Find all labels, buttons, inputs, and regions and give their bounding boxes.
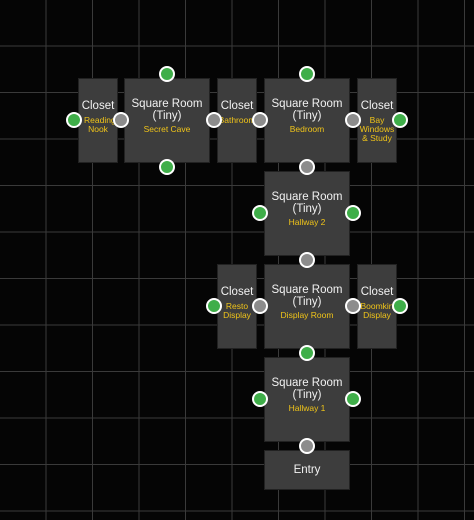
closet-boomkin-display[interactable]: Closet Boomkin Display [357,264,397,349]
connector-open[interactable] [299,66,315,82]
closet-resto-display[interactable]: Closet Resto Display [217,264,257,349]
connector-open[interactable] [345,391,361,407]
room-type: Square Room (Tiny) [271,377,343,401]
connector-linked[interactable] [252,298,268,314]
room-type: Entry [293,464,321,476]
secret-cave-room[interactable]: Square Room (Tiny) Secret Cave [124,78,210,163]
room-type: Closet [360,286,394,298]
connector-linked[interactable] [299,252,315,268]
room-type: Square Room (Tiny) [271,191,343,215]
connector-open[interactable] [66,112,82,128]
connector-open[interactable] [252,205,268,221]
connector-open[interactable] [392,112,408,128]
room-type: Closet [220,100,254,112]
connector-open[interactable] [392,298,408,314]
connector-open[interactable] [159,66,175,82]
closet-bathroom[interactable]: Closet Bathroom [217,78,257,163]
connector-linked[interactable] [252,112,268,128]
room-label: Display Room [280,310,334,320]
bedroom-room[interactable]: Square Room (Tiny) Bedroom [264,78,350,163]
connector-linked[interactable] [345,298,361,314]
connector-open[interactable] [299,345,315,361]
room-label: Bedroom [289,124,325,134]
room-type: Square Room (Tiny) [271,98,343,122]
room-type: Square Room (Tiny) [131,98,203,122]
connector-linked[interactable] [299,159,315,175]
room-label: Resto Display [223,301,251,320]
connector-open[interactable] [345,205,361,221]
hallway-1-room[interactable]: Square Room (Tiny) Hallway 1 [264,357,350,442]
connector-linked[interactable] [345,112,361,128]
room-label: Secret Cave [143,124,191,134]
connector-open[interactable] [159,159,175,175]
room-type: Square Room (Tiny) [271,284,343,308]
connector-open[interactable] [206,298,222,314]
connector-linked[interactable] [299,438,315,454]
room-type: Closet [81,100,115,112]
entry-room[interactable]: Entry [264,450,350,490]
room-label: Boomkin Display [360,301,394,320]
connector-open[interactable] [252,391,268,407]
room-label: Reading Nook [84,115,116,134]
closet-reading-nook[interactable]: Closet Reading Nook [78,78,118,163]
room-label: Hallway 2 [288,217,326,227]
connector-linked[interactable] [206,112,222,128]
room-label: Bathroom [218,115,256,125]
room-type: Closet [220,286,254,298]
display-room[interactable]: Square Room (Tiny) Display Room [264,264,350,349]
room-type: Closet [360,100,394,112]
room-label: Bay Windows & Study [359,115,395,143]
hallway-2-room[interactable]: Square Room (Tiny) Hallway 2 [264,171,350,256]
connector-linked[interactable] [113,112,129,128]
closet-bay-windows-study[interactable]: Closet Bay Windows & Study [357,78,397,163]
room-label: Hallway 1 [288,403,326,413]
